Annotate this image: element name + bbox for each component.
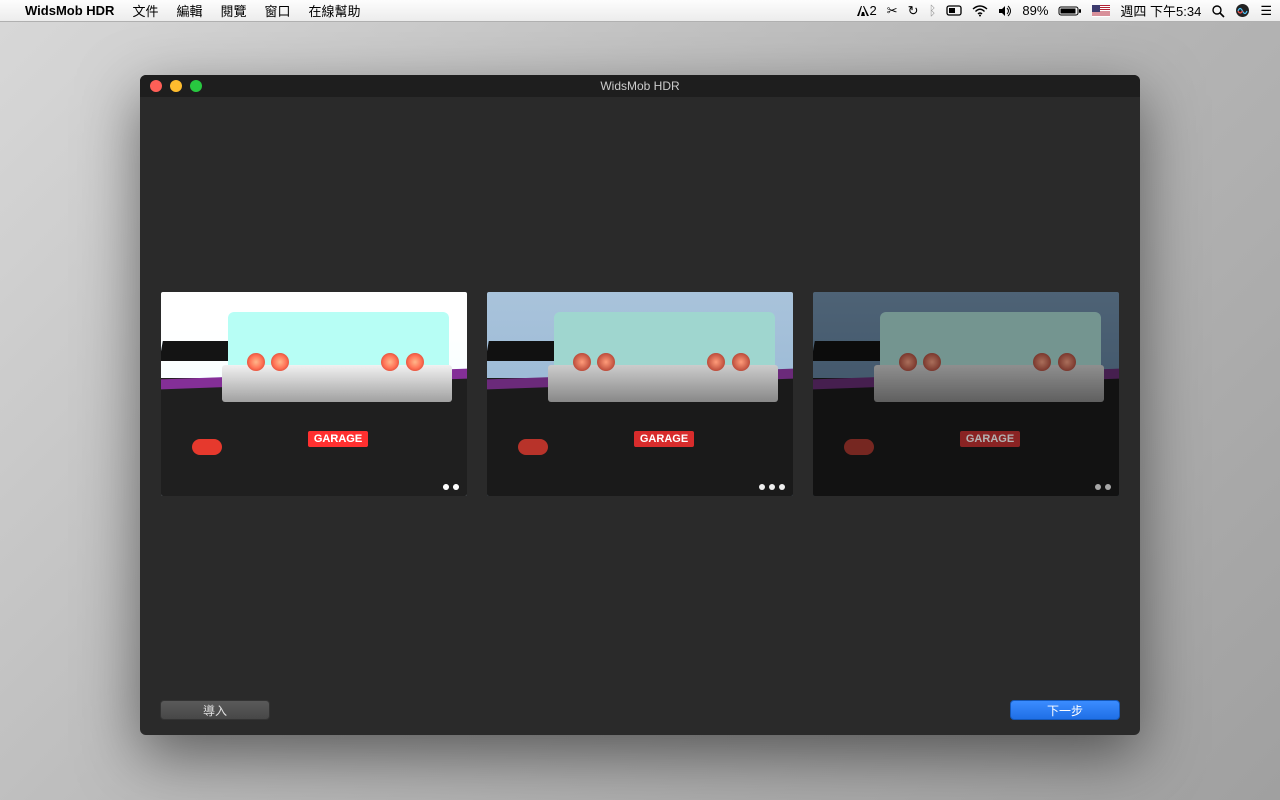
- menubar-left: WidsMob HDR 文件 編輯 閱覽 窗口 在線幫助: [8, 1, 370, 20]
- volume-icon[interactable]: [998, 5, 1012, 17]
- hdr-thumbnail-underexposed[interactable]: GARAGE: [813, 292, 1119, 496]
- siri-icon[interactable]: [1235, 3, 1250, 18]
- hdr-thumbnail-overexposed[interactable]: GARAGE: [161, 292, 467, 496]
- hdr-thumbnail-normal[interactable]: GARAGE: [487, 292, 793, 496]
- zoom-button[interactable]: [190, 80, 202, 92]
- exposure-dots: [759, 484, 785, 490]
- exposure-dots: [443, 484, 459, 490]
- scissors-icon[interactable]: ✂: [887, 3, 898, 19]
- minimize-button[interactable]: [170, 80, 182, 92]
- traffic-lights: [140, 80, 202, 92]
- app-window: WidsMob HDR GARAGE GARAGE: [140, 75, 1140, 735]
- menubar-right: 2 ✂ ↻ ᛒ 89% 週四 下午5:34 ☰: [856, 1, 1272, 20]
- close-button[interactable]: [150, 80, 162, 92]
- menu-app-name[interactable]: WidsMob HDR: [16, 3, 123, 18]
- menu-view[interactable]: 閱覽: [211, 1, 255, 20]
- input-flag-icon[interactable]: [1092, 5, 1110, 17]
- content-area: GARAGE GARAGE GARAGE: [140, 97, 1140, 691]
- timemachine-icon[interactable]: ↻: [908, 3, 919, 19]
- import-button[interactable]: 導入: [160, 700, 270, 720]
- footer: 導入 下一步: [140, 691, 1140, 735]
- exposure-dots: [1095, 484, 1111, 490]
- spotlight-icon[interactable]: [1211, 4, 1225, 18]
- next-button[interactable]: 下一步: [1010, 700, 1120, 720]
- titlebar[interactable]: WidsMob HDR: [140, 75, 1140, 97]
- sign-label: GARAGE: [634, 431, 694, 447]
- menu-edit[interactable]: 編輯: [167, 1, 211, 20]
- thumbnail-row: GARAGE GARAGE GARAGE: [161, 292, 1119, 496]
- display-icon[interactable]: [946, 5, 962, 17]
- wifi-icon[interactable]: [972, 5, 988, 17]
- sign-label: GARAGE: [308, 431, 368, 447]
- notification-center-icon[interactable]: ☰: [1260, 3, 1272, 19]
- adobe-icon[interactable]: 2: [856, 3, 877, 18]
- bluetooth-icon[interactable]: ᛒ: [929, 3, 937, 18]
- battery-percent: 89%: [1022, 3, 1048, 18]
- adobe-badge: 2: [870, 3, 877, 18]
- menu-window[interactable]: 窗口: [255, 1, 299, 20]
- mac-menubar: WidsMob HDR 文件 編輯 閱覽 窗口 在線幫助 2 ✂ ↻ ᛒ 89%…: [0, 0, 1280, 22]
- window-title: WidsMob HDR: [140, 79, 1140, 93]
- battery-icon[interactable]: [1058, 5, 1082, 17]
- menu-help[interactable]: 在線幫助: [300, 1, 370, 20]
- sign-label: GARAGE: [960, 431, 1020, 447]
- menu-file[interactable]: 文件: [123, 1, 167, 20]
- clock[interactable]: 週四 下午5:34: [1120, 1, 1201, 20]
